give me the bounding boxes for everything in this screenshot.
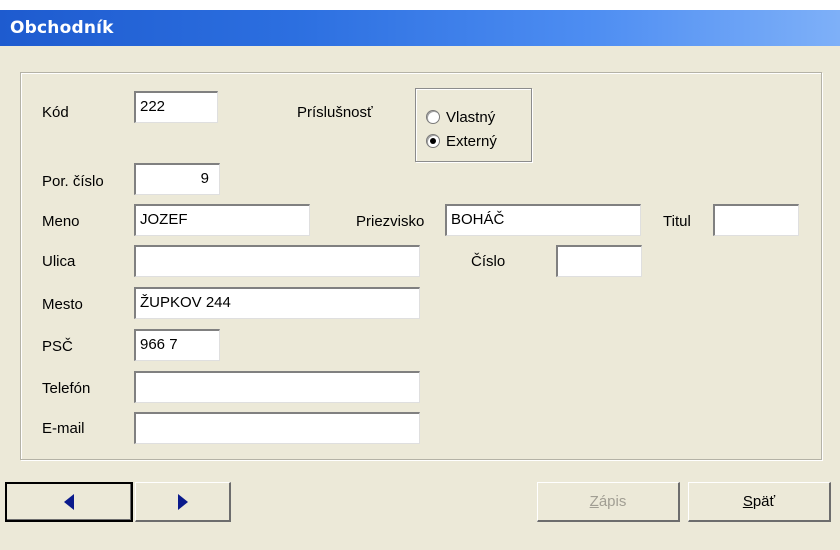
kod-label: Kód bbox=[42, 104, 69, 121]
prislusnost-label: Príslušnosť bbox=[297, 104, 373, 121]
priezvisko-label: Priezvisko bbox=[356, 213, 425, 230]
radio-option-vlastny[interactable]: Vlastný bbox=[426, 107, 495, 127]
radio-button-externy[interactable] bbox=[426, 134, 440, 148]
meno-label: Meno bbox=[42, 213, 80, 230]
ulica-label: Ulica bbox=[42, 253, 76, 270]
email-label: E-mail bbox=[42, 420, 85, 437]
cislo-input[interactable] bbox=[556, 245, 642, 277]
telefon-label: Telefón bbox=[42, 380, 91, 397]
radio-label-vlastny: Vlastný bbox=[446, 108, 496, 126]
radio-label-externy: Externý bbox=[446, 132, 497, 150]
por-cislo-input[interactable]: 9 bbox=[134, 163, 220, 195]
left-arrow-icon bbox=[64, 494, 74, 510]
mesto-input[interactable]: ŽUPKOV 244 bbox=[134, 287, 420, 319]
radio-option-externy[interactable]: Externý bbox=[426, 131, 497, 151]
ulica-input[interactable] bbox=[134, 245, 420, 277]
psc-label: PSČ bbox=[42, 338, 73, 355]
kod-input[interactable]: 222 bbox=[134, 91, 218, 123]
right-arrow-icon bbox=[177, 493, 188, 510]
por-cislo-label: Por. číslo bbox=[42, 173, 104, 190]
zapis-mnemonic: Z bbox=[589, 493, 599, 510]
priezvisko-input[interactable]: BOHÁČ bbox=[445, 204, 641, 236]
zapis-button[interactable]: Zápis bbox=[537, 482, 680, 522]
next-record-button[interactable] bbox=[135, 482, 231, 522]
zapis-label-rest: ápis bbox=[598, 493, 627, 510]
dialog-window: Obchodník Kód 222 Príslušnosť Vlastný Ex… bbox=[0, 10, 840, 550]
titul-label: Titul bbox=[663, 213, 691, 230]
window-title: Obchodník bbox=[10, 18, 114, 38]
mesto-label: Mesto bbox=[42, 296, 83, 313]
telefon-input[interactable] bbox=[134, 371, 420, 403]
spat-mnemonic: S bbox=[742, 493, 753, 510]
cislo-label: Číslo bbox=[471, 253, 506, 270]
psc-input[interactable]: 966 7 bbox=[134, 329, 220, 361]
titul-input[interactable] bbox=[713, 204, 799, 236]
email-input[interactable] bbox=[134, 412, 420, 444]
radio-button-vlastny[interactable] bbox=[426, 110, 440, 124]
meno-input[interactable]: JOZEF bbox=[134, 204, 310, 236]
spat-label-rest: päť bbox=[752, 493, 776, 510]
prislusnost-radio-group: Vlastný Externý bbox=[415, 88, 532, 162]
spat-button[interactable]: Späť bbox=[688, 482, 831, 522]
previous-record-button[interactable] bbox=[5, 482, 133, 522]
title-bar[interactable]: Obchodník bbox=[0, 10, 840, 46]
